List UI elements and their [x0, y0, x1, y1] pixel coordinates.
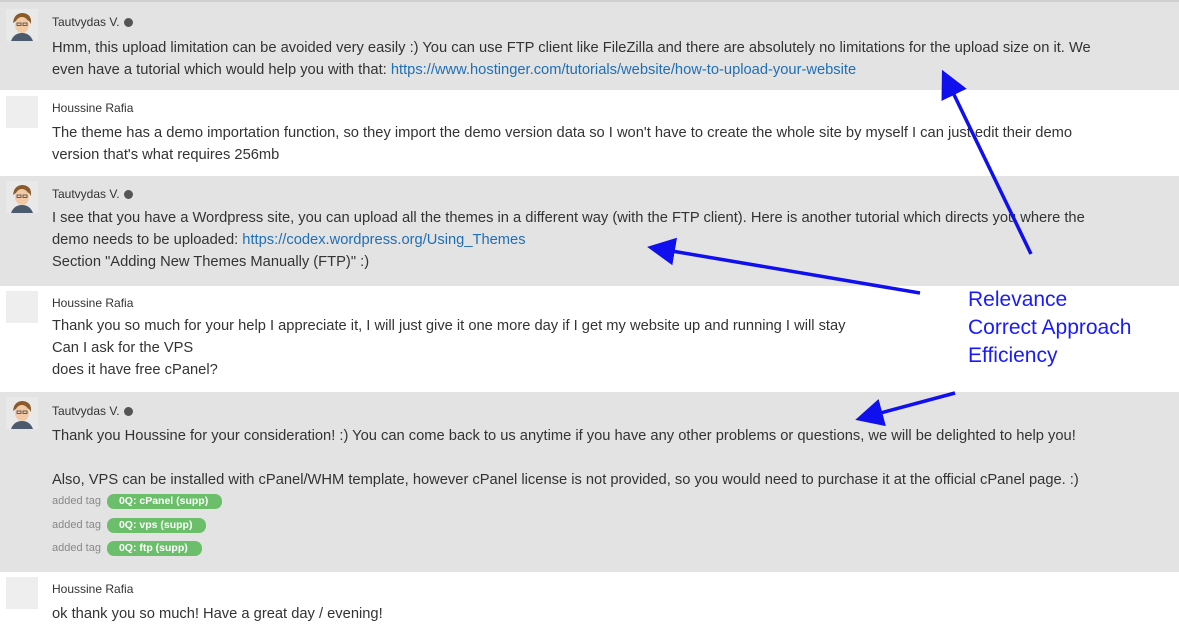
tag-badge[interactable]: 0Q: cPanel (supp)	[106, 494, 223, 509]
customer-avatar	[6, 96, 38, 128]
message-line: Can I ask for the VPS	[52, 340, 194, 356]
agent-avatar	[6, 181, 38, 213]
message-line: The theme has a demo importation functio…	[52, 125, 1073, 141]
message-line: Thank you so much for your help I apprec…	[52, 318, 846, 334]
chat-message-agent: Tautvydas V. I see that you have a Wordp…	[0, 176, 1179, 286]
message-line: Section "Adding New Themes Manually (FTP…	[52, 254, 370, 270]
message-body: Hmm, this upload limitation can be avoid…	[52, 37, 1091, 81]
message-line: ok thank you so much! Have a great day /…	[52, 606, 383, 622]
themes-link[interactable]: https://codex.wordpress.org/Using_Themes	[242, 232, 525, 248]
message-line: does it have free cPanel?	[52, 362, 218, 378]
chat-message-agent: Tautvydas V. Thank you Houssine for your…	[0, 392, 1179, 572]
status-dot-icon	[123, 18, 133, 27]
message-line: demo needs to be uploaded: https://codex…	[52, 232, 526, 248]
customer-avatar	[6, 577, 38, 609]
message-body: Thank you so much for your help I apprec…	[52, 315, 846, 381]
message-body: Thank you Houssine for your consideratio…	[52, 425, 1079, 491]
status-dot-icon	[123, 407, 133, 416]
tag-event: added tag 0Q: vps (supp)	[52, 518, 207, 533]
chat-message-customer: Houssine Rafia ok thank you so much! Hav…	[0, 572, 1179, 633]
tag-event-label: added tag	[52, 519, 101, 531]
tag-event-label: added tag	[52, 542, 101, 554]
message-line: I see that you have a Wordpress site, yo…	[52, 210, 1085, 226]
message-author: Tautvydas V.	[52, 15, 133, 29]
message-line: Also, VPS can be installed with cPanel/W…	[52, 472, 1079, 488]
annotation-label-relevance: Relevance	[968, 288, 1068, 311]
tag-event-label: added tag	[52, 495, 101, 507]
annotation-label-efficiency: Efficiency	[968, 344, 1058, 367]
customer-avatar	[6, 291, 38, 323]
message-line: version that's what requires 256mb	[52, 147, 280, 163]
message-author: Houssine Rafia	[52, 582, 134, 596]
annotation-label-correct-approach: Correct Approach	[968, 316, 1132, 339]
tag-badge[interactable]: 0Q: ftp (supp)	[106, 541, 202, 556]
tag-event: added tag 0Q: ftp (supp)	[52, 541, 202, 556]
message-author: Houssine Rafia	[52, 296, 134, 310]
message-body: The theme has a demo importation functio…	[52, 122, 1072, 166]
message-author: Houssine Rafia	[52, 101, 134, 115]
chat-message-agent: Tautvydas V. Hmm, this upload limitation…	[0, 0, 1179, 90]
message-author: Tautvydas V.	[52, 404, 133, 418]
message-author: Tautvydas V.	[52, 187, 133, 201]
message-body: ok thank you so much! Have a great day /…	[52, 603, 383, 625]
chat-message-customer: Houssine Rafia The theme has a demo impo…	[0, 90, 1179, 176]
message-line: Thank you Houssine for your consideratio…	[52, 428, 1076, 444]
agent-avatar	[6, 397, 38, 429]
message-line: even have a tutorial which would help yo…	[52, 62, 857, 78]
status-dot-icon	[123, 190, 133, 199]
agent-avatar	[6, 9, 38, 41]
tag-event: added tag 0Q: cPanel (supp)	[52, 494, 223, 509]
message-line: Hmm, this upload limitation can be avoid…	[52, 40, 1091, 56]
tag-badge[interactable]: 0Q: vps (supp)	[106, 518, 207, 533]
message-body: I see that you have a Wordpress site, yo…	[52, 207, 1085, 273]
tutorial-link[interactable]: https://www.hostinger.com/tutorials/webs…	[391, 62, 856, 78]
